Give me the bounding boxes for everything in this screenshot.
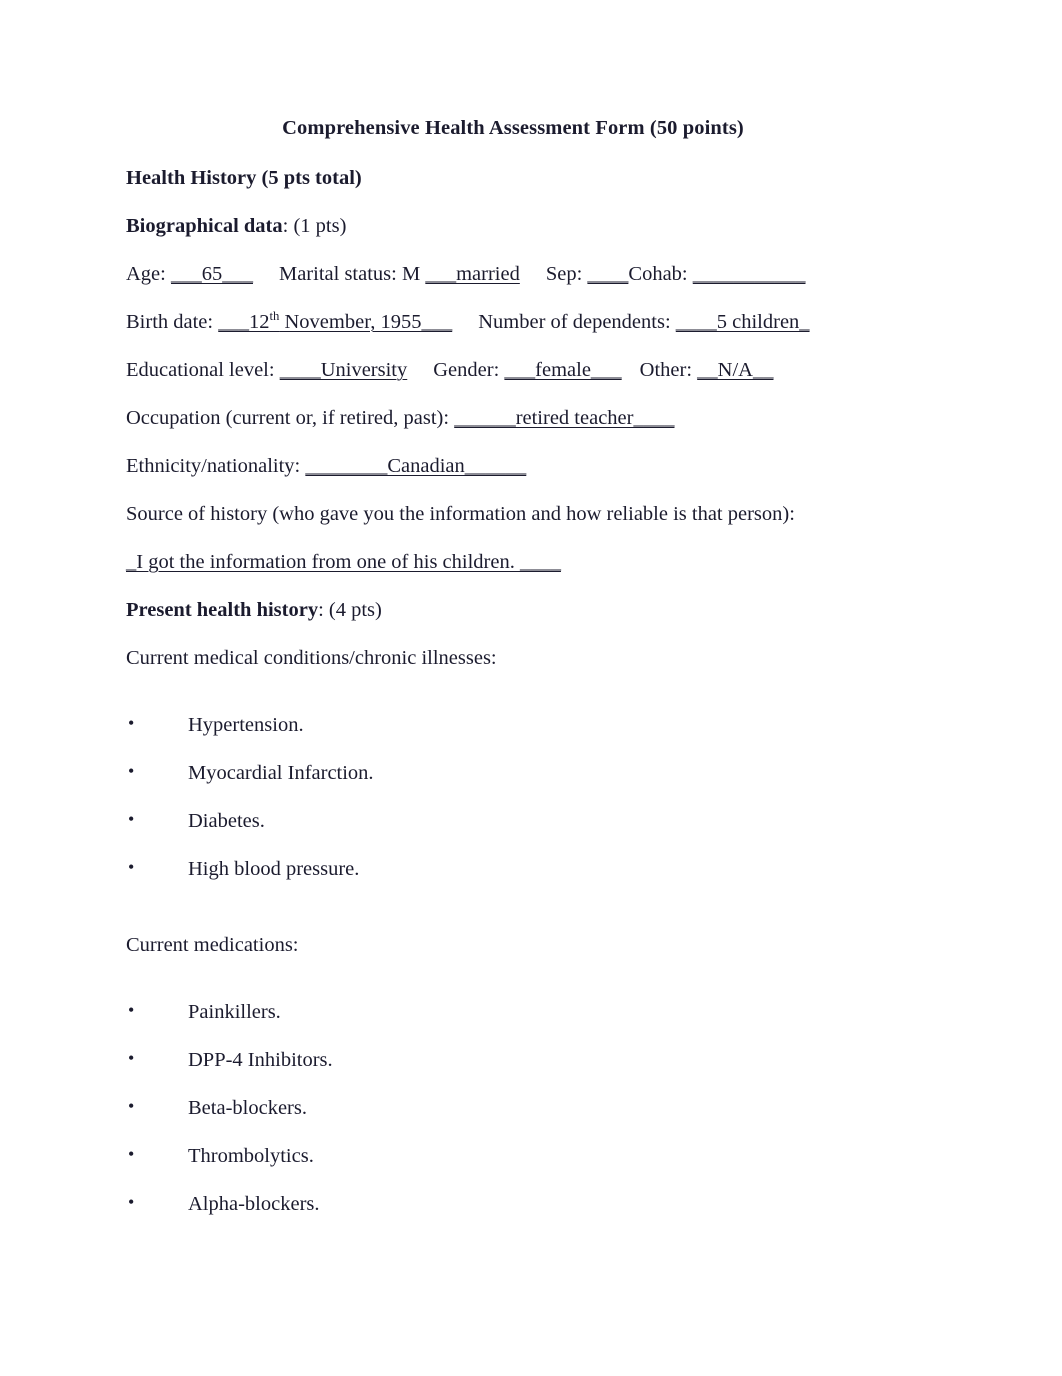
cohabitating-value[interactable]: ___________ xyxy=(693,263,806,285)
occupation-value[interactable]: ______retired teacher____ xyxy=(454,407,674,429)
present-health-heading-label: Present health history xyxy=(126,598,319,621)
medication-label: Painkillers. xyxy=(188,1000,281,1023)
ethnicity-value[interactable]: ________Canadian______ xyxy=(305,455,526,477)
current-conditions-list: Hypertension. Myocardial Infarction. Dia… xyxy=(126,713,936,880)
condition-label: Diabetes. xyxy=(188,809,265,832)
list-item: Painkillers. xyxy=(126,1000,936,1023)
age-value[interactable]: ___65___ xyxy=(171,263,253,285)
birth-date-value[interactable]: ___12th November, 1955___ xyxy=(218,308,453,333)
birth-date-day: ___12 xyxy=(218,310,270,333)
education-level-value[interactable]: ____University xyxy=(280,359,408,381)
cohabitating-label: Cohab: xyxy=(628,262,693,285)
separated-label: Sep: xyxy=(545,262,588,285)
list-item: DPP-4 Inhibitors. xyxy=(126,1048,936,1071)
dependents-label: Number of dependents: xyxy=(478,310,676,333)
occupation-label: Occupation (current or, if retired, past… xyxy=(126,406,455,429)
field-row-age-marital: Age: ___65___ Marital status: M ___marrie… xyxy=(126,262,936,285)
condition-label: Myocardial Infarction. xyxy=(188,761,374,784)
other-value[interactable]: __N/A__ xyxy=(697,359,773,381)
gender-value[interactable]: ___female___ xyxy=(504,359,621,381)
field-row-birthdate-dependents: Birth date: ___12th November, 1955___ Num… xyxy=(126,308,936,333)
subsection-heading-present-health-history: Present health history: (4 pts) xyxy=(126,598,936,621)
medication-label: Thrombolytics. xyxy=(188,1144,314,1167)
biographical-heading-label: Biographical data xyxy=(126,214,283,237)
document-page: Comprehensive Health Assessment Form (50… xyxy=(0,0,1062,1376)
dependents-value[interactable]: ____5 children_ xyxy=(676,311,810,333)
list-item: Beta-blockers. xyxy=(126,1096,936,1119)
condition-label: Hypertension. xyxy=(188,713,304,736)
field-row-education-gender-other: Educational level: ____University Gender:… xyxy=(126,358,936,381)
marital-status-value[interactable]: ___married xyxy=(425,263,520,285)
birth-date-label: Birth date: xyxy=(126,310,219,333)
list-item: Thrombolytics. xyxy=(126,1144,936,1167)
field-row-source-of-history: _I got the information from one of his c… xyxy=(126,551,936,573)
age-label: Age: xyxy=(126,262,171,285)
separated-value[interactable]: ____ xyxy=(587,263,628,285)
medication-label: Alpha-blockers. xyxy=(188,1192,320,1215)
medication-label: DPP-4 Inhibitors. xyxy=(188,1048,333,1071)
ethnicity-label: Ethnicity/nationality: xyxy=(126,454,306,477)
other-label: Other: xyxy=(639,358,698,381)
current-conditions-prompt: Current medical conditions/chronic illne… xyxy=(126,646,497,669)
marital-status-label: Marital status: M xyxy=(278,262,426,285)
medication-label: Beta-blockers. xyxy=(188,1096,307,1119)
list-item: Diabetes. xyxy=(126,809,936,832)
source-of-history-value[interactable]: _I got the information from one of his c… xyxy=(126,551,561,573)
page-title: Comprehensive Health Assessment Form (50… xyxy=(282,117,744,139)
current-medications-prompt: Current medications: xyxy=(126,933,299,956)
list-item: High blood pressure. xyxy=(126,857,936,880)
birth-date-rest: November, 1955___ xyxy=(279,310,453,333)
field-row-occupation: Occupation (current or, if retired, past… xyxy=(126,406,936,429)
condition-label: High blood pressure. xyxy=(188,857,360,880)
subsection-heading-biographical-data: Biographical data: (1 pts) xyxy=(126,214,936,237)
gender-label: Gender: xyxy=(433,358,505,381)
field-row-ethnicity: Ethnicity/nationality: ________Canadian_… xyxy=(126,454,936,477)
education-level-label: Educational level: xyxy=(126,358,280,381)
birth-date-ordinal-suffix: th xyxy=(269,308,280,323)
list-item: Myocardial Infarction. xyxy=(126,761,936,784)
current-medications-list: Painkillers. DPP-4 Inhibitors. Beta-bloc… xyxy=(126,1000,936,1215)
source-of-history-prompt: Source of history (who gave you the info… xyxy=(126,502,795,525)
present-health-heading-points: : (4 pts) xyxy=(318,598,382,621)
list-item: Hypertension. xyxy=(126,713,936,736)
biographical-heading-points: : (1 pts) xyxy=(282,214,347,237)
list-item: Alpha-blockers. xyxy=(126,1192,936,1215)
section-heading-health-history: Health History (5 pts total) xyxy=(126,166,362,189)
